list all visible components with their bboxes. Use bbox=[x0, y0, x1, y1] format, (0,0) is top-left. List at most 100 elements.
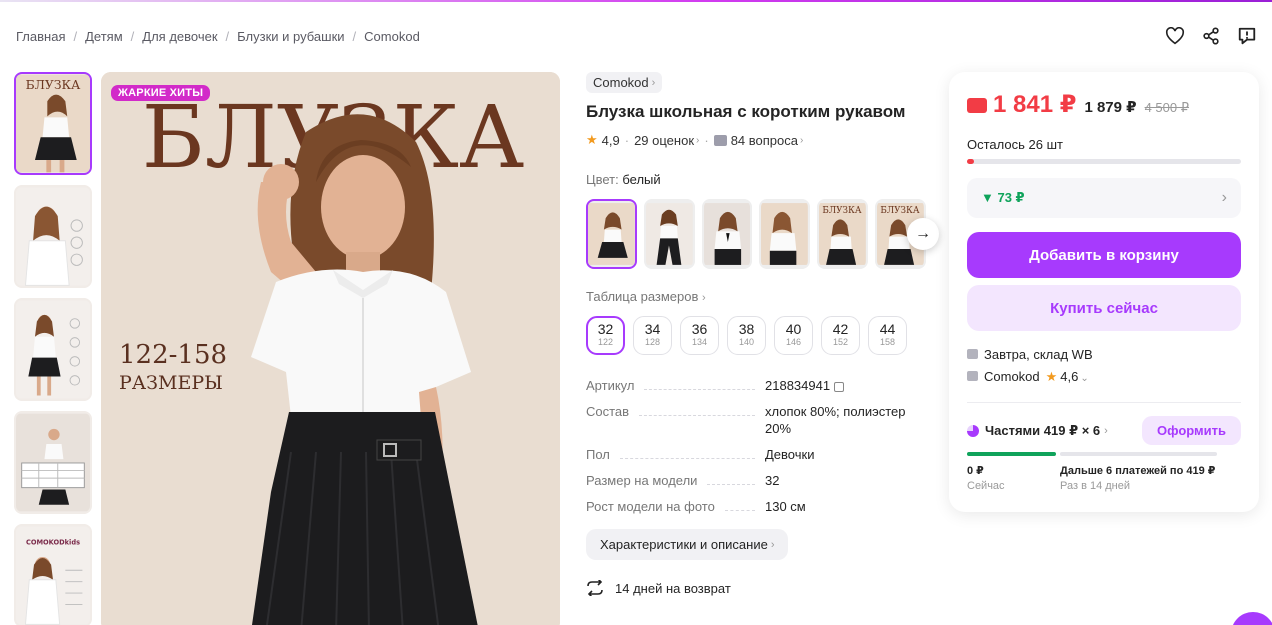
param-key: Артикул bbox=[586, 378, 635, 393]
question-icon bbox=[713, 134, 727, 146]
seller-row[interactable]: Comokod ★ 4,6 ⌄ bbox=[967, 366, 1241, 390]
characteristics-button[interactable]: Характеристики и описание › bbox=[586, 529, 789, 560]
thumbnail-2[interactable] bbox=[14, 185, 92, 288]
breadcrumb-home[interactable]: Главная bbox=[16, 29, 65, 44]
thumbnail-4[interactable] bbox=[14, 411, 92, 514]
color-swatch-4[interactable] bbox=[759, 199, 811, 269]
installment-bar-now bbox=[967, 452, 1056, 456]
thumbnail-list: БЛУЗКА COMOKODkids bbox=[14, 72, 94, 625]
chevron-right-icon: › bbox=[770, 538, 775, 551]
swatches-next-button[interactable]: → bbox=[907, 218, 939, 250]
swatch-text: БЛУЗКА bbox=[880, 206, 920, 216]
param-value: 130 см bbox=[765, 499, 806, 514]
breadcrumb-separator: / bbox=[130, 29, 135, 44]
delivery-row: Завтра, склад WB bbox=[967, 344, 1241, 366]
product-params: Артикул 218834941 Состав хлопок 80%; полиэ… bbox=[586, 377, 926, 515]
thumbnail-1[interactable]: БЛУЗКА bbox=[14, 72, 92, 175]
size-eu: 34 bbox=[644, 321, 661, 337]
heart-icon[interactable] bbox=[1164, 25, 1186, 47]
brand-name: Comokod bbox=[593, 75, 649, 90]
color-swatch-3[interactable] bbox=[701, 199, 753, 269]
size-option[interactable]: 32 122 bbox=[586, 316, 625, 355]
thumbnail-5[interactable]: COMOKODkids bbox=[14, 524, 92, 625]
reviews-link[interactable]: 29 оценок bbox=[634, 133, 694, 148]
breadcrumb-brand[interactable]: Comokod bbox=[364, 29, 420, 44]
breadcrumb-separator: / bbox=[352, 29, 357, 44]
hot-hits-badge: ЖАРКИЕ ХИТЫ bbox=[111, 85, 211, 101]
return-policy[interactable]: 14 дней на возврат bbox=[586, 580, 926, 596]
size-table-link[interactable]: Таблица размеров › bbox=[586, 289, 926, 304]
old-price: 4 500 ₽ bbox=[1144, 100, 1190, 115]
color-swatch-white[interactable] bbox=[586, 199, 637, 269]
share-icon[interactable] bbox=[1200, 25, 1222, 47]
top-accent-line bbox=[0, 0, 1272, 2]
separator-dot: · bbox=[704, 132, 709, 148]
breadcrumb-kids[interactable]: Детям bbox=[85, 29, 123, 44]
delivery-info: Завтра, склад WB Comokod ★ 4,6 ⌄ bbox=[967, 344, 1241, 390]
installments-text: Частями 419 ₽ × 6 bbox=[985, 422, 1101, 438]
rating-value: 4,9 bbox=[601, 132, 620, 148]
characteristics-label: Характеристики и описание bbox=[600, 537, 768, 552]
size-option[interactable]: 40 146 bbox=[774, 316, 813, 355]
size-eu: 44 bbox=[879, 321, 896, 337]
color-value: белый bbox=[622, 172, 661, 187]
price-row: 1 841 ₽ 1 879 ₽ 4 500 ₽ bbox=[967, 90, 1241, 119]
box-icon bbox=[967, 349, 978, 359]
color-swatch-5[interactable]: БЛУЗКА bbox=[817, 199, 869, 269]
brand-chip[interactable]: Comokod › bbox=[586, 72, 663, 93]
param-value: хлопок 80%; полиэстер 20% bbox=[765, 404, 906, 436]
size-height: 152 bbox=[832, 337, 849, 347]
size-option[interactable]: 38 140 bbox=[727, 316, 766, 355]
discount-box[interactable]: ▼ 73 ₽ › bbox=[967, 178, 1241, 218]
thumbnail-3[interactable] bbox=[14, 298, 92, 401]
size-eu: 38 bbox=[738, 321, 755, 337]
size-eu: 32 bbox=[597, 321, 614, 337]
size-selector: 32 122 34 128 36 134 38 140 40 146 42 152 44 15… bbox=[586, 316, 926, 355]
now-value: 0 ₽ bbox=[967, 465, 984, 477]
stock-text: Осталось 26 шт bbox=[967, 137, 1063, 152]
now-label: Сейчас bbox=[967, 480, 1005, 492]
size-eu: 40 bbox=[785, 321, 802, 337]
installments-label[interactable]: Частями 419 ₽ × 6 › bbox=[967, 423, 1108, 439]
param-key: Размер на модели bbox=[586, 473, 698, 488]
size-option[interactable]: 36 134 bbox=[680, 316, 719, 355]
add-to-cart-button[interactable]: Добавить в корзину bbox=[967, 232, 1241, 278]
breadcrumb-girls[interactable]: Для девочек bbox=[142, 29, 217, 44]
size-option[interactable]: 44 158 bbox=[868, 316, 907, 355]
chevron-right-icon: › bbox=[702, 292, 706, 304]
arrow-right-icon: → bbox=[915, 225, 931, 242]
installment-bar-later bbox=[1060, 452, 1217, 456]
breadcrumb-separator: / bbox=[225, 29, 230, 44]
color-label: Цвет: белый bbox=[586, 172, 926, 187]
main-product-image[interactable]: БЛУЗКА 122-158 РАЗМЕРЫ ЖАРКИЕ ХИТЫ bbox=[101, 72, 560, 625]
stock-bar bbox=[967, 159, 1241, 164]
size-eu: 36 bbox=[691, 321, 708, 337]
top-actions bbox=[1164, 25, 1258, 47]
chat-fab-button[interactable] bbox=[1231, 612, 1272, 625]
product-info: Comokod › Блузка школьная с коротким рука… bbox=[586, 72, 939, 596]
installments-row: Частями 419 ₽ × 6 › Оформить bbox=[967, 416, 1241, 445]
color-swatch-2[interactable] bbox=[643, 199, 695, 269]
param-key: Пол bbox=[586, 447, 610, 462]
param-row: Состав хлопок 80%; полиэстер 20% bbox=[586, 403, 926, 437]
thumbnail-title: БЛУЗКА bbox=[26, 78, 81, 92]
delivery-text: Завтра, склад WB bbox=[984, 347, 1093, 362]
size-eu: 42 bbox=[832, 321, 849, 337]
param-value: Девочки bbox=[765, 447, 815, 462]
pie-icon bbox=[967, 424, 979, 437]
shop-icon bbox=[967, 371, 978, 381]
size-height: 134 bbox=[691, 337, 708, 347]
questions-link[interactable]: 84 вопроса bbox=[731, 133, 798, 148]
swatch-text: БЛУЗКА bbox=[823, 206, 863, 216]
buy-now-button[interactable]: Купить сейчас bbox=[967, 285, 1241, 331]
size-option[interactable]: 42 152 bbox=[821, 316, 860, 355]
breadcrumb-blouses[interactable]: Блузки и рубашки bbox=[237, 29, 344, 44]
size-option[interactable]: 34 128 bbox=[633, 316, 672, 355]
order-button[interactable]: Оформить bbox=[1142, 416, 1241, 445]
copy-icon[interactable] bbox=[834, 381, 845, 392]
report-icon[interactable] bbox=[1236, 25, 1258, 47]
size-height: 158 bbox=[879, 337, 896, 347]
chevron-right-icon: › bbox=[1221, 189, 1227, 206]
chevron-right-icon: › bbox=[651, 76, 656, 89]
wallet-price: 1 841 ₽ bbox=[993, 91, 1077, 118]
